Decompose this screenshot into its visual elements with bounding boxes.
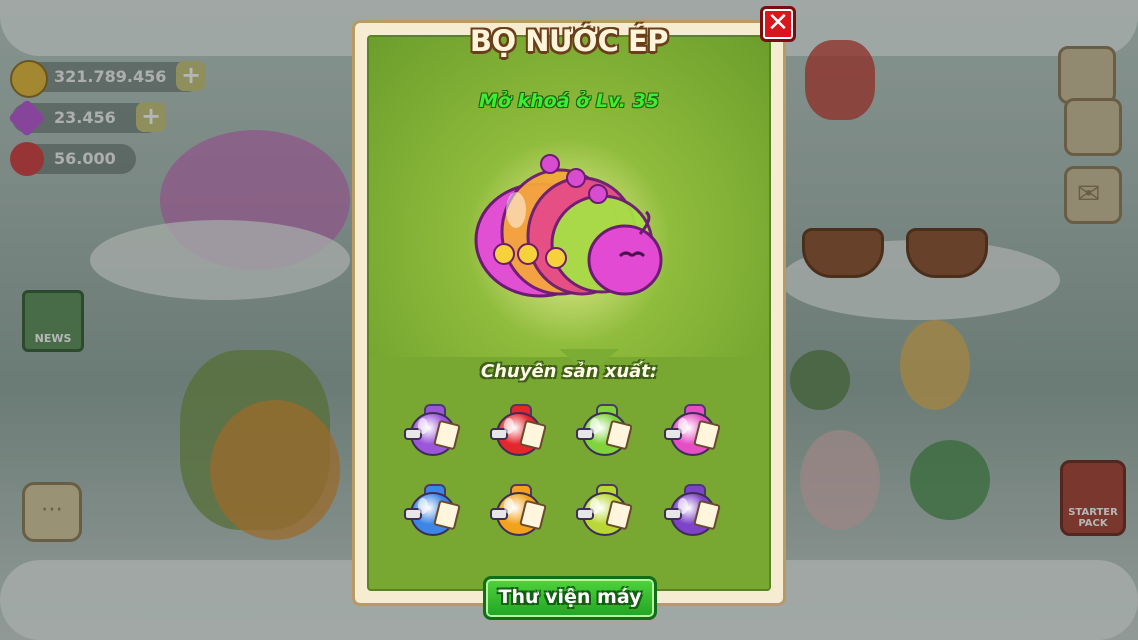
juice-bug-machine-image: [474, 154, 663, 298]
product-slot-5[interactable]: [402, 482, 466, 546]
close-icon: ✕: [767, 8, 789, 38]
jar-shine: [418, 498, 428, 514]
jar-shine: [418, 418, 428, 434]
product-slot-7[interactable]: [574, 482, 638, 546]
product-slot-1[interactable]: [402, 402, 466, 466]
jar-shine: [678, 498, 688, 514]
unlock-level-text: Mở khoá ở Lv. 35: [478, 90, 660, 112]
product-slot-2[interactable]: [488, 402, 552, 466]
close-button[interactable]: ✕: [760, 6, 796, 42]
jar-shine: [504, 498, 514, 514]
jar-label: [605, 499, 633, 531]
jar-shine: [590, 418, 600, 434]
jar-label: [693, 499, 721, 531]
product-slot-3[interactable]: [574, 402, 638, 466]
jar-label: [433, 419, 461, 451]
jar-label: [519, 499, 547, 531]
products-heading: Chuyên sản xuất:: [480, 361, 658, 382]
jar-label: [433, 499, 461, 531]
jar-label: [605, 419, 633, 451]
jar-shine: [504, 418, 514, 434]
machine-library-button[interactable]: Thư viện máy: [483, 576, 657, 620]
dialog-title: BỌ NƯỚC ÉP: [469, 24, 669, 58]
product-slot-8[interactable]: [662, 482, 726, 546]
jar-label: [519, 419, 547, 451]
jar-shine: [590, 498, 600, 514]
product-slot-6[interactable]: [488, 482, 552, 546]
jar-shine: [678, 418, 688, 434]
product-slot-4[interactable]: [662, 402, 726, 466]
product-grid: [394, 400, 744, 550]
jar-label: [693, 419, 721, 451]
